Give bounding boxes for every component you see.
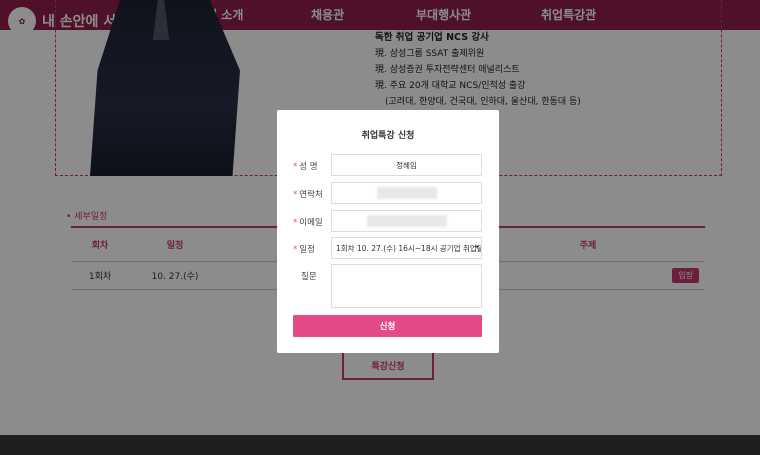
question-textarea[interactable] — [331, 264, 482, 308]
redacted-value — [376, 187, 437, 199]
required-mark: * — [293, 162, 298, 172]
schedule-select-label-text: 일정 — [299, 245, 315, 255]
required-mark: * — [293, 218, 298, 228]
required-mark: * — [293, 190, 298, 200]
phone-field[interactable] — [331, 182, 482, 204]
name-label: * 성 명 — [293, 160, 318, 172]
modal-title: 취업특강 신청 — [361, 131, 415, 141]
redacted-value — [366, 215, 447, 227]
required-mark: * — [293, 245, 298, 255]
phone-label: * 연락처 — [293, 188, 323, 200]
name-label-text: 성 명 — [299, 162, 318, 172]
name-field[interactable]: 정혜임 — [331, 154, 482, 176]
phone-label-text: 연락처 — [299, 190, 323, 200]
email-label-text: 이메일 — [299, 218, 323, 228]
email-field[interactable] — [331, 210, 482, 232]
schedule-select-label: * 일정 — [293, 243, 315, 255]
submit-button[interactable]: 신청 — [293, 315, 482, 337]
question-label: 질문 — [301, 272, 317, 282]
lecture-application-modal: 취업특강 신청 * 성 명 정혜임 * 연락처 * 이메일 * 일정 1회차 10. 2… — [277, 110, 499, 353]
chevron-down-icon: ▾ — [475, 243, 479, 251]
email-label: * 이메일 — [293, 216, 323, 228]
schedule-select-value: 1회차 10. 27.(수) 16시~18시 공기업 취업을 위한 — [336, 243, 482, 253]
schedule-select[interactable]: 1회차 10. 27.(수) 16시~18시 공기업 취업을 위한 ▾ — [331, 237, 482, 259]
